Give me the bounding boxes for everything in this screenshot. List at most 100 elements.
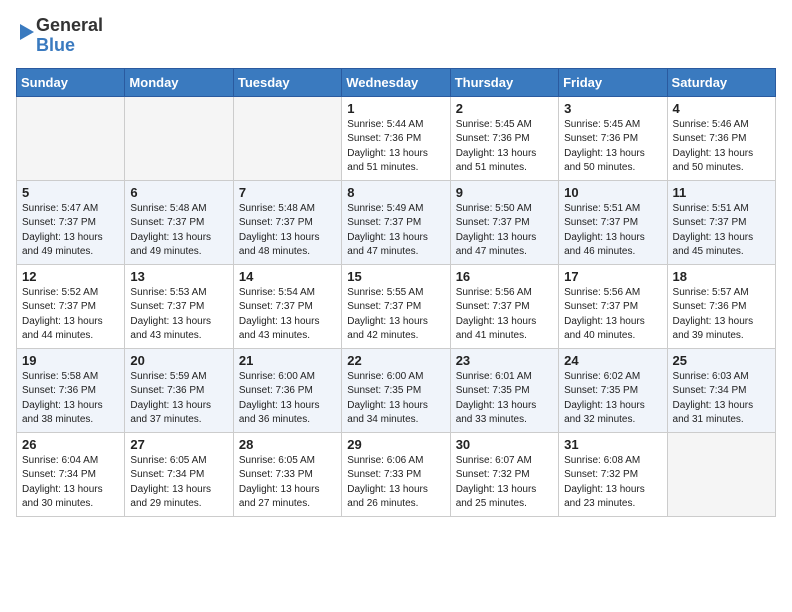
calendar-week-5: 26 Sunrise: 6:04 AM Sunset: 7:34 PM Dayli… [17,432,776,516]
day-number: 13 [130,269,227,284]
day-number: 14 [239,269,336,284]
calendar-week-4: 19 Sunrise: 5:58 AM Sunset: 7:36 PM Dayli… [17,348,776,432]
weekday-header-monday: Monday [125,68,233,96]
logo: General Blue [16,16,103,56]
day-info: Sunrise: 6:01 AM Sunset: 7:35 PM Dayligh… [456,370,553,428]
calendar-cell: 9Sunrise: 5:50 AM Sunset: 7:37 PM Daylig… [450,180,558,264]
calendar-cell [667,432,775,516]
logo-wordmark: General Blue [36,16,103,56]
weekday-header-wednesday: Wednesday [342,68,450,96]
day-number: 2 [456,101,553,116]
day-number: 9 [456,185,553,200]
calendar-cell: 30 Sunrise: 6:07 AM Sunset: 7:32 PM Dayli… [450,432,558,516]
logo-flag-icon [16,20,36,52]
weekday-header-sunday: Sunday [17,68,125,96]
calendar-week-2: 5 Sunrise: 5:47 AM Sunset: 7:37 PM Daylig… [17,180,776,264]
day-info: Sunrise: 5:48 AM Sunset: 7:37 PM Dayligh… [239,202,336,260]
calendar-week-1: 1 Sunrise: 5:44 AM Sunset: 7:36 PM Daylig… [17,96,776,180]
day-info: Sunrise: 6:05 AM Sunset: 7:34 PM Dayligh… [130,454,227,512]
day-info: Sunrise: 6:05 AM Sunset: 7:33 PM Dayligh… [239,454,336,512]
day-info: Sunrise: 5:54 AM Sunset: 7:37 PM Dayligh… [239,286,336,344]
calendar-cell: 4Sunrise: 5:46 AM Sunset: 7:36 PM Daylig… [667,96,775,180]
day-info: Sunrise: 5:46 AM Sunset: 7:36 PM Dayligh… [673,118,770,176]
day-number: 1 [347,101,444,116]
day-number: 26 [22,437,119,452]
day-info: Sunrise: 6:06 AM Sunset: 7:33 PM Dayligh… [347,454,444,512]
calendar-cell [125,96,233,180]
day-info: Sunrise: 5:59 AM Sunset: 7:36 PM Dayligh… [130,370,227,428]
calendar-cell: 2 Sunrise: 5:45 AM Sunset: 7:36 PM Daylig… [450,96,558,180]
day-info: Sunrise: 6:00 AM Sunset: 7:35 PM Dayligh… [347,370,444,428]
calendar-cell: 15 Sunrise: 5:55 AM Sunset: 7:37 PM Dayli… [342,264,450,348]
day-number: 28 [239,437,336,452]
day-number: 3 [564,101,661,116]
day-info: Sunrise: 5:51 AM Sunset: 7:37 PM Dayligh… [673,202,770,260]
day-number: 7 [239,185,336,200]
day-info: Sunrise: 5:45 AM Sunset: 7:36 PM Dayligh… [456,118,553,176]
day-info: Sunrise: 5:52 AM Sunset: 7:37 PM Dayligh… [22,286,119,344]
day-number: 5 [22,185,119,200]
calendar-cell: 10 Sunrise: 5:51 AM Sunset: 7:37 PM Dayli… [559,180,667,264]
day-number: 30 [456,437,553,452]
calendar-cell: 16 Sunrise: 5:56 AM Sunset: 7:37 PM Dayli… [450,264,558,348]
calendar-cell: 17 Sunrise: 5:56 AM Sunset: 7:37 PM Dayli… [559,264,667,348]
calendar-cell: 24 Sunrise: 6:02 AM Sunset: 7:35 PM Dayli… [559,348,667,432]
day-number: 31 [564,437,661,452]
day-number: 15 [347,269,444,284]
day-number: 22 [347,353,444,368]
calendar-cell [17,96,125,180]
day-info: Sunrise: 5:55 AM Sunset: 7:37 PM Dayligh… [347,286,444,344]
logo-general: General [36,16,103,36]
day-number: 17 [564,269,661,284]
day-info: Sunrise: 5:44 AM Sunset: 7:36 PM Dayligh… [347,118,444,176]
day-number: 20 [130,353,227,368]
calendar-table: SundayMondayTuesdayWednesdayThursdayFrid… [16,68,776,517]
day-number: 10 [564,185,661,200]
calendar-cell: 28 Sunrise: 6:05 AM Sunset: 7:33 PM Dayli… [233,432,341,516]
calendar-cell: 20 Sunrise: 5:59 AM Sunset: 7:36 PM Dayli… [125,348,233,432]
calendar-cell: 27 Sunrise: 6:05 AM Sunset: 7:34 PM Dayli… [125,432,233,516]
day-info: Sunrise: 5:56 AM Sunset: 7:37 PM Dayligh… [456,286,553,344]
day-number: 12 [22,269,119,284]
logo-blue: Blue [36,36,103,56]
day-number: 16 [456,269,553,284]
calendar-cell: 22 Sunrise: 6:00 AM Sunset: 7:35 PM Dayli… [342,348,450,432]
day-info: Sunrise: 5:53 AM Sunset: 7:37 PM Dayligh… [130,286,227,344]
weekday-header-friday: Friday [559,68,667,96]
day-number: 8 [347,185,444,200]
day-number: 6 [130,185,227,200]
day-number: 23 [456,353,553,368]
day-number: 19 [22,353,119,368]
day-info: Sunrise: 6:00 AM Sunset: 7:36 PM Dayligh… [239,370,336,428]
day-number: 11 [673,185,770,200]
day-info: Sunrise: 5:45 AM Sunset: 7:36 PM Dayligh… [564,118,661,176]
day-info: Sunrise: 6:03 AM Sunset: 7:34 PM Dayligh… [673,370,770,428]
weekday-header-thursday: Thursday [450,68,558,96]
day-number: 27 [130,437,227,452]
calendar-cell: 31 Sunrise: 6:08 AM Sunset: 7:32 PM Dayli… [559,432,667,516]
calendar-cell: 25Sunrise: 6:03 AM Sunset: 7:34 PM Dayli… [667,348,775,432]
calendar-cell: 23 Sunrise: 6:01 AM Sunset: 7:35 PM Dayli… [450,348,558,432]
weekday-header-saturday: Saturday [667,68,775,96]
weekday-header-tuesday: Tuesday [233,68,341,96]
day-info: Sunrise: 5:56 AM Sunset: 7:37 PM Dayligh… [564,286,661,344]
day-number: 24 [564,353,661,368]
calendar-cell: 13 Sunrise: 5:53 AM Sunset: 7:37 PM Dayli… [125,264,233,348]
weekday-header-row: SundayMondayTuesdayWednesdayThursdayFrid… [17,68,776,96]
day-info: Sunrise: 5:51 AM Sunset: 7:37 PM Dayligh… [564,202,661,260]
day-info: Sunrise: 5:47 AM Sunset: 7:37 PM Dayligh… [22,202,119,260]
day-info: Sunrise: 5:48 AM Sunset: 7:37 PM Dayligh… [130,202,227,260]
day-info: Sunrise: 6:07 AM Sunset: 7:32 PM Dayligh… [456,454,553,512]
page-header: General Blue [16,16,776,56]
calendar-cell: 3 Sunrise: 5:45 AM Sunset: 7:36 PM Daylig… [559,96,667,180]
calendar-week-3: 12 Sunrise: 5:52 AM Sunset: 7:37 PM Dayli… [17,264,776,348]
day-info: Sunrise: 5:57 AM Sunset: 7:36 PM Dayligh… [673,286,770,344]
day-number: 18 [673,269,770,284]
calendar-cell: 5 Sunrise: 5:47 AM Sunset: 7:37 PM Daylig… [17,180,125,264]
day-info: Sunrise: 6:04 AM Sunset: 7:34 PM Dayligh… [22,454,119,512]
day-info: Sunrise: 6:02 AM Sunset: 7:35 PM Dayligh… [564,370,661,428]
calendar-cell: 6 Sunrise: 5:48 AM Sunset: 7:37 PM Daylig… [125,180,233,264]
day-info: Sunrise: 6:08 AM Sunset: 7:32 PM Dayligh… [564,454,661,512]
day-info: Sunrise: 5:58 AM Sunset: 7:36 PM Dayligh… [22,370,119,428]
calendar-cell: 11 Sunrise: 5:51 AM Sunset: 7:37 PM Dayli… [667,180,775,264]
